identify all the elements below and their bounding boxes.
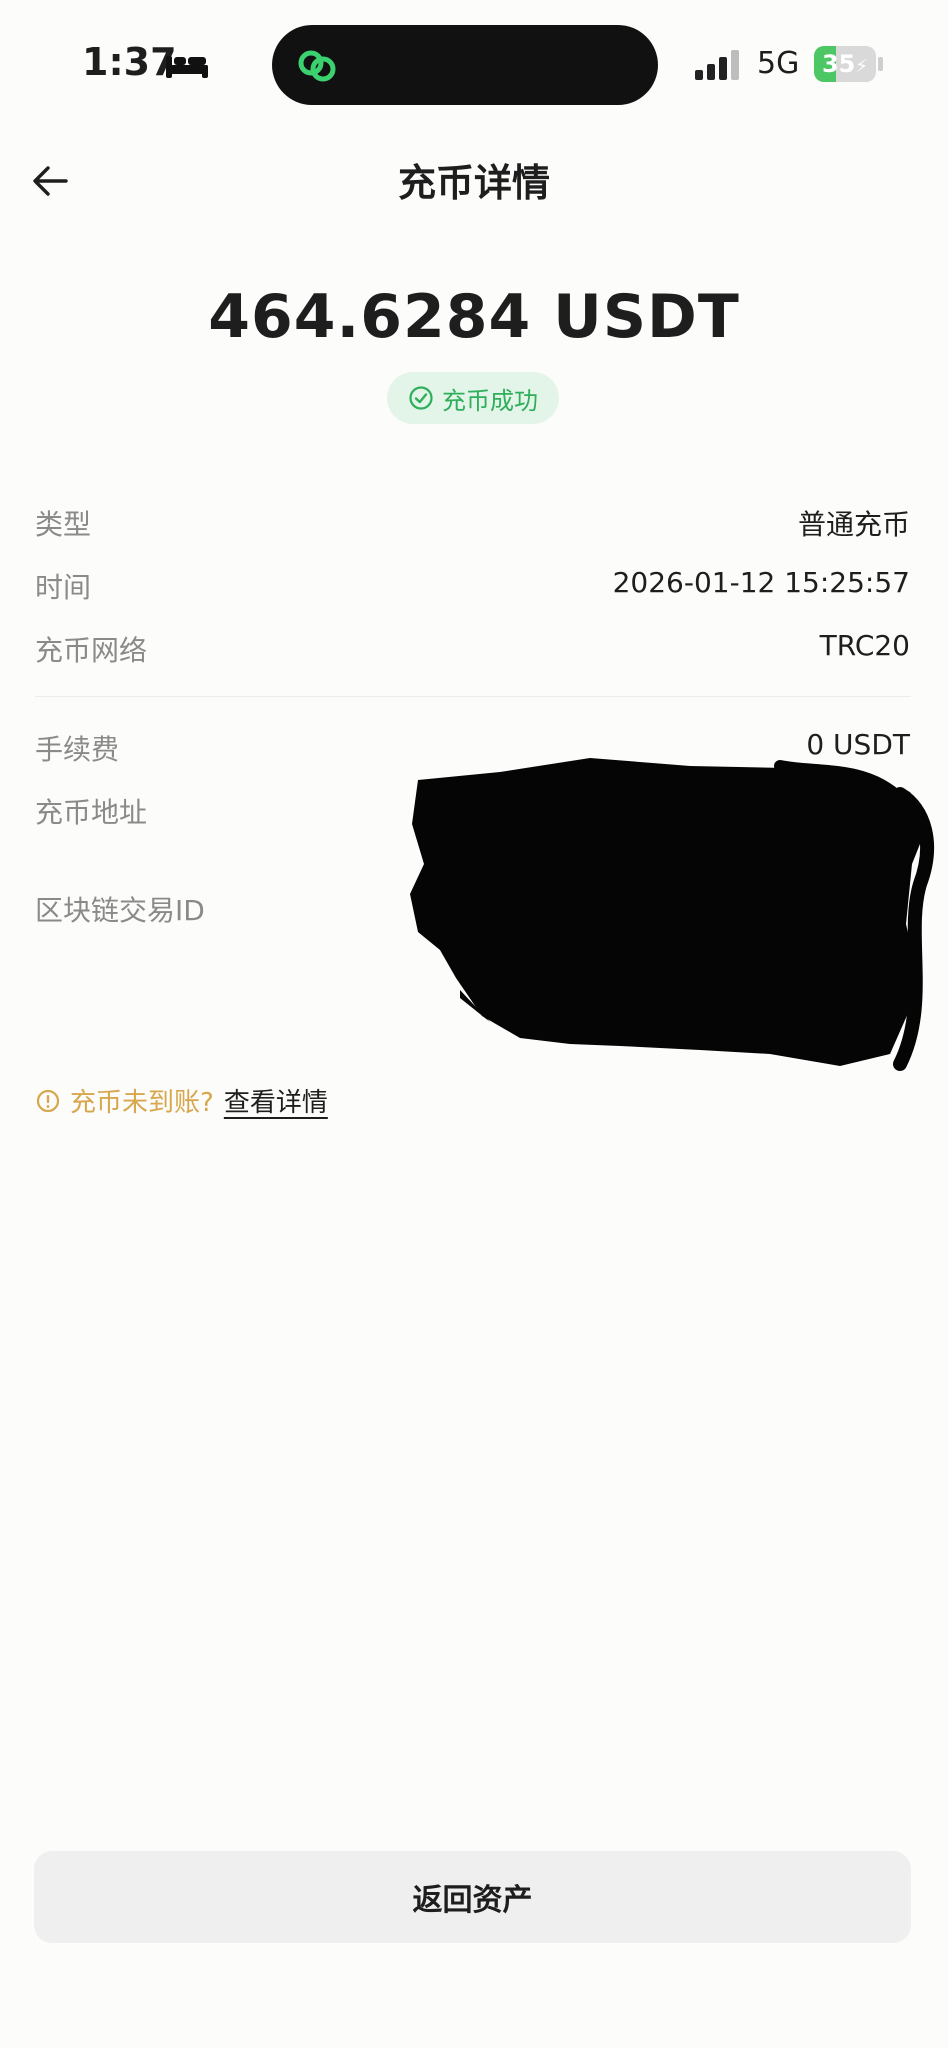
- status-badge: 充币成功: [387, 372, 559, 424]
- battery-indicator: 35⚡: [814, 46, 876, 82]
- deposit-detail-screen: 1:37 5G 35⚡ 充币详情 464.6284 USDT 充币成功 类型 普…: [0, 0, 948, 2048]
- type-label: 类型: [35, 508, 92, 541]
- back-to-assets-button[interactable]: 返回资产: [34, 1851, 911, 1943]
- status-text: 充币成功: [442, 386, 538, 415]
- type-value: 普通充币: [797, 508, 910, 541]
- dynamic-island: [272, 25, 658, 105]
- divider: [35, 696, 911, 697]
- txid-label: 区块链交易ID: [35, 894, 205, 927]
- status-bar: 1:37 5G 35⚡: [0, 0, 948, 130]
- check-circle-icon: [409, 386, 433, 410]
- info-warning-icon: [36, 1089, 60, 1112]
- time-label: 时间: [35, 571, 92, 604]
- time-value: 2026-01-12 15:25:57: [612, 566, 910, 599]
- network-label: 5G: [757, 46, 800, 81]
- link-icon: [298, 50, 336, 82]
- signal-icon: [695, 50, 739, 80]
- charging-icon: ⚡: [855, 56, 869, 77]
- network-row-value: TRC20: [819, 629, 910, 662]
- deposit-amount: 464.6284 USDT: [208, 282, 740, 352]
- fee-label: 手续费: [35, 733, 120, 766]
- view-details-link[interactable]: 查看详情: [224, 1082, 328, 1119]
- battery-nub: [878, 57, 883, 71]
- bed-icon: [166, 56, 208, 78]
- status-time: 1:37: [82, 40, 177, 84]
- deposit-notice: 充币未到账? 查看详情: [36, 1082, 328, 1119]
- battery-percent: 35⚡: [821, 50, 869, 78]
- redaction-scribble: [410, 758, 934, 1071]
- page-title: 充币详情: [397, 161, 550, 205]
- network-row-label: 充币网络: [35, 634, 148, 667]
- notice-text: 充币未到账?: [70, 1088, 214, 1118]
- address-label: 充币地址: [35, 796, 148, 829]
